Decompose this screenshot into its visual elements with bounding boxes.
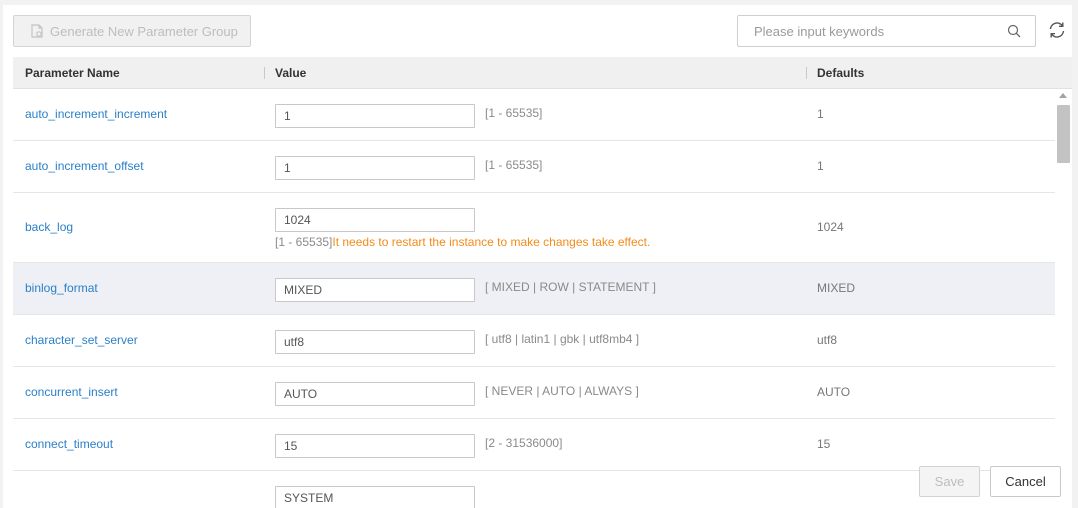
default-value: utf8 [817,333,838,347]
parameter-table-body: auto_increment_increment [1 - 65535] 1 a… [13,89,1055,508]
table-row: character_set_server [ utf8 | latin1 | g… [13,315,1055,367]
parameter-value-input[interactable] [275,156,475,180]
vertical-scrollbar[interactable] [1055,89,1072,508]
parameter-name-link[interactable]: auto_increment_offset [25,159,144,173]
default-value: 15 [817,437,831,451]
generate-parameter-group-button[interactable]: Generate New Parameter Group [13,15,251,47]
column-divider [264,67,265,79]
parameter-name-link[interactable]: binlog_format [25,281,98,295]
default-value: AUTO [817,385,851,399]
parameter-value-input[interactable] [275,104,475,128]
scrollbar-thumb[interactable] [1057,105,1070,163]
value-range-with-warning: [1 - 65535]It needs to restart the insta… [275,235,650,249]
default-value: MIXED [817,281,856,295]
value-range: [ MIXED | ROW | STATEMENT ] [485,280,656,294]
default-value: 1024 [817,220,844,234]
parameter-value-input[interactable] [275,382,475,406]
value-range: [ NEVER | AUTO | ALWAYS ] [485,384,639,398]
search-input[interactable] [738,16,998,46]
table-row: binlog_format [ MIXED | ROW | STATEMENT … [13,263,1055,315]
search-icon[interactable] [1007,24,1021,38]
column-header-parameter-name: Parameter Name [25,66,120,80]
column-divider [806,67,807,79]
column-header-value: Value [275,66,307,80]
document-copy-icon [28,22,46,40]
save-button[interactable]: Save [919,466,980,497]
table-row: connect_timeout [2 - 31536000] 15 [13,419,1055,471]
table-header: Parameter Name Value Defaults [13,57,1072,89]
column-header-defaults: Defaults [817,66,865,80]
default-value: 1 [817,107,824,121]
parameter-value-input[interactable] [275,434,475,458]
search-box [737,15,1036,47]
value-range: [2 - 31536000] [485,436,563,450]
table-row: back_log [1 - 65535]It needs to restart … [13,193,1055,263]
refresh-icon[interactable] [1046,19,1068,41]
scroll-up-arrow-icon[interactable] [1059,93,1067,98]
default-value: 1 [817,159,824,173]
value-range: [1 - 65535] [275,235,333,249]
restart-warning: It needs to restart the instance to make… [332,235,651,249]
table-row: auto_increment_increment [1 - 65535] 1 [13,89,1055,141]
parameter-value-input[interactable] [275,486,475,508]
table-row: concurrent_insert [ NEVER | AUTO | ALWAY… [13,367,1055,419]
parameter-name-link[interactable]: back_log [25,220,73,234]
parameter-value-input[interactable] [275,330,475,354]
value-range: [1 - 65535] [485,106,543,120]
parameter-name-link[interactable]: connect_timeout [25,437,113,451]
parameter-value-input[interactable] [275,208,475,232]
table-row: auto_increment_offset [1 - 65535] 1 [13,141,1055,193]
parameter-name-link[interactable]: auto_increment_increment [25,107,167,121]
parameter-value-input[interactable] [275,278,475,302]
table-row [13,471,1055,508]
parameter-name-link[interactable]: concurrent_insert [25,385,118,399]
generate-button-label: Generate New Parameter Group [50,23,238,39]
cancel-button[interactable]: Cancel [990,466,1061,497]
value-range: [1 - 65535] [485,158,543,172]
parameter-name-link[interactable]: character_set_server [25,333,138,347]
value-range: [ utf8 | latin1 | gbk | utf8mb4 ] [485,332,640,346]
